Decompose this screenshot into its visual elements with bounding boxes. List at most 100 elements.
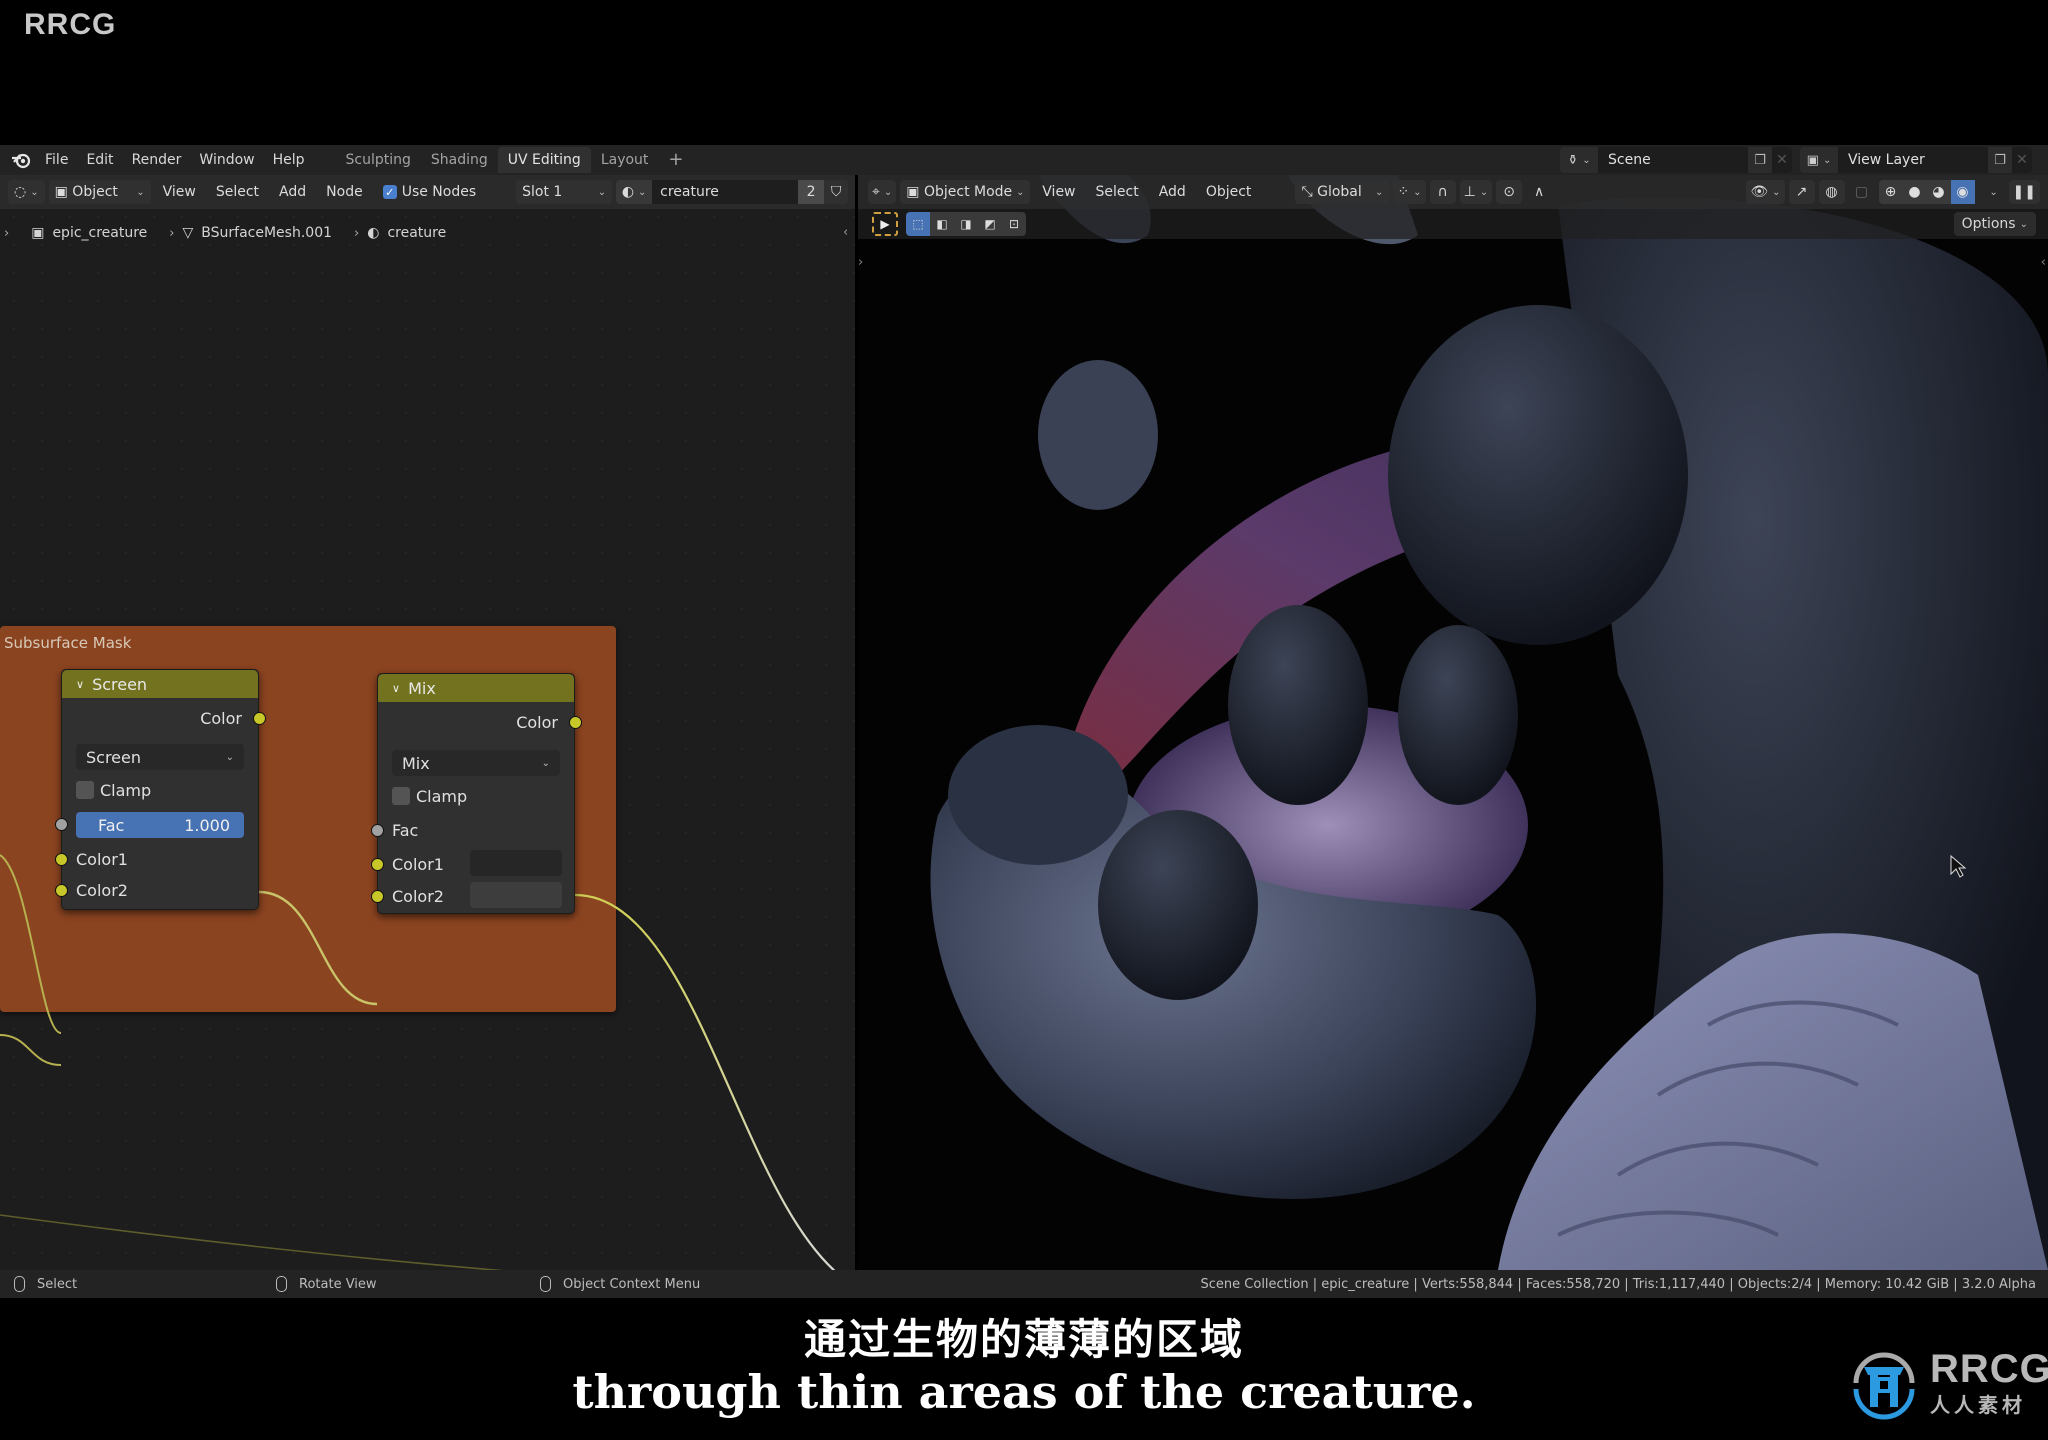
input-socket-color2[interactable] [55,884,68,897]
collapse-chevron-icon[interactable]: ∨ [76,678,84,691]
node-mix[interactable]: ∨ Mix Color Mix ⌄ Clamp Fac Color1 Color2 [371,673,582,914]
fake-user-shield-icon[interactable]: ⛉ [824,184,848,200]
select-tool-icon[interactable]: ▶ [872,212,898,236]
tab-uv-editing[interactable]: UV Editing [497,147,591,173]
shading-solid-button[interactable]: ● [1903,180,1927,204]
menu-add[interactable]: Add [271,184,314,200]
menu-render[interactable]: Render [123,147,191,173]
menu-add[interactable]: Add [1151,184,1194,200]
pause-icon: ❚❚ [2012,184,2036,200]
view-layer-selector[interactable]: ▣ ⌄ View Layer ❐ ✕ [1800,147,2032,173]
output-socket-color[interactable] [569,716,582,729]
scene-name[interactable]: Scene [1598,152,1748,168]
clamp-checkbox[interactable]: Clamp [378,784,574,808]
input-socket-fac[interactable] [371,824,384,837]
pause-render-button[interactable]: ❚❚ [2008,180,2040,204]
select-subtract-button[interactable]: ◨ [954,212,978,236]
frame-label: Subsurface Mask [4,634,132,652]
new-scene-icon[interactable]: ❐ [1748,147,1772,173]
tab-layout[interactable]: Layout [591,147,659,173]
toolbar-toggle-icon[interactable]: › [858,255,863,270]
gizmo-toggle[interactable]: ↗ [1788,180,1815,204]
proportional-edit-toggle[interactable]: ⊙ [1496,180,1523,204]
chevron-down-icon: ⌄ [225,751,234,763]
overlay-toggle[interactable]: ◍ [1818,180,1845,204]
menu-select[interactable]: Select [1088,184,1147,200]
options-dropdown[interactable]: Options ⌄ [1953,212,2036,236]
menu-view[interactable]: View [1034,184,1083,200]
material-name[interactable]: creature [652,180,799,204]
material-selector[interactable]: ◐ ⌄ creature 2 ⛉ [616,180,849,204]
input-socket-fac[interactable] [55,818,68,831]
editor-type-button[interactable]: ◌ ⌄ [8,180,45,204]
menu-view[interactable]: View [155,184,204,200]
scene-selector[interactable]: ⚱ ⌄ Scene ❐ ✕ [1560,147,1792,173]
shader-node-editor[interactable]: ◌ ⌄ ▣ Object ⌄ View Select Add Node ✓ Use … [0,175,855,1270]
blend-mode-dropdown[interactable]: Mix ⌄ [392,750,560,776]
view-layer-icon[interactable]: ▣ ⌄ [1800,147,1838,173]
select-new-button[interactable]: ⬚ [906,212,930,236]
sidebar-toggle-icon[interactable]: ‹ [2041,255,2046,270]
scene-icon[interactable]: ⚱ ⌄ [1560,147,1598,173]
link-input-color2 [0,1034,62,1066]
top-bar: File Edit Render Window Help Sculpting S… [0,145,2048,175]
view-layer-name[interactable]: View Layer [1838,152,1988,168]
menu-node[interactable]: Node [318,184,371,200]
menu-edit[interactable]: Edit [77,147,122,173]
output-socket-color[interactable] [253,712,266,725]
xray-toggle[interactable]: ▢ [1849,180,1875,204]
tab-sculpting[interactable]: Sculpting [336,147,421,173]
snap-target-button[interactable]: ⊥ ⌄ [1459,180,1493,204]
tab-shading[interactable]: Shading [421,147,498,173]
3d-viewport[interactable]: ⌖ ⌄ ▣ Object Mode ⌄ View Select Add Object… [858,175,2048,1270]
delete-scene-icon[interactable]: ✕ [1772,152,1792,168]
use-nodes-checkbox[interactable]: ✓ Use Nodes [375,184,484,200]
transform-orientation-dropdown[interactable]: ⤡ Global ⌄ [1295,180,1390,204]
select-extend-button[interactable]: ◧ [930,212,954,236]
delete-view-layer-icon[interactable]: ✕ [2012,152,2032,168]
shading-wireframe-button[interactable]: ⊕ [1879,180,1903,204]
material-icon[interactable]: ◐ ⌄ [616,180,653,204]
collapse-chevron-icon[interactable]: ∨ [392,682,400,695]
menu-window[interactable]: Window [190,147,263,173]
node-screen[interactable]: ∨ Screen Color Screen ⌄ Clamp Fac 1.000 C… [55,669,266,910]
shading-material-preview-button[interactable]: ◕ [1927,180,1951,204]
menu-help[interactable]: Help [264,147,314,173]
select-invert-button[interactable]: ◩ [978,212,1002,236]
select-intersect-button[interactable]: ⊡ [1002,212,1026,236]
shading-rendered-button[interactable]: ◉ [1950,180,1975,204]
slot-dropdown[interactable]: Slot 1 ⌄ [516,180,613,204]
user-count[interactable]: 2 [798,180,825,204]
shading-options-dropdown[interactable]: ⌄ [1979,180,2005,204]
falloff-button[interactable]: ∧ [1526,180,1552,204]
menu-file[interactable]: File [36,147,77,173]
object-icon: ▣ [54,184,68,200]
snap-toggle[interactable]: ∩ [1429,180,1456,204]
node-header[interactable]: ∨ Screen [62,670,258,698]
input-socket-color1[interactable] [371,858,384,871]
new-view-layer-icon[interactable]: ❐ [1988,147,2012,173]
visibility-button[interactable]: 👁 ⌄ [1746,180,1785,204]
mode-dropdown[interactable]: ▣ Object Mode ⌄ [900,180,1031,204]
pivot-point-button[interactable]: ⁘ ⌄ [1393,180,1426,204]
editor-type-button[interactable]: ⌖ ⌄ [868,180,897,204]
input-socket-color1[interactable] [55,853,68,866]
output-row: Color [516,712,558,732]
mouse-left-icon [14,1276,25,1292]
xray-icon: ▢ [1854,184,1869,200]
object-type-dropdown[interactable]: ▣ Object ⌄ [48,180,151,204]
input-row-color2: Color2 [76,880,128,900]
fac-slider[interactable]: Fac 1.000 [76,812,244,838]
blend-mode-dropdown[interactable]: Screen ⌄ [76,744,244,770]
color1-swatch[interactable] [470,850,562,876]
clamp-checkbox[interactable]: Clamp [62,778,258,802]
color2-swatch[interactable] [470,882,562,908]
input-socket-color2[interactable] [371,890,384,903]
scene-statistics: Scene Collection | epic_creature | Verts… [1200,1276,2036,1292]
add-workspace-button[interactable]: + [658,147,693,173]
menu-object[interactable]: Object [1198,184,1260,200]
node-header[interactable]: ∨ Mix [378,674,574,702]
menu-select[interactable]: Select [208,184,267,200]
sidebar-toggle-icon[interactable]: ‹ [843,225,848,240]
blender-logo-icon[interactable] [10,149,32,171]
